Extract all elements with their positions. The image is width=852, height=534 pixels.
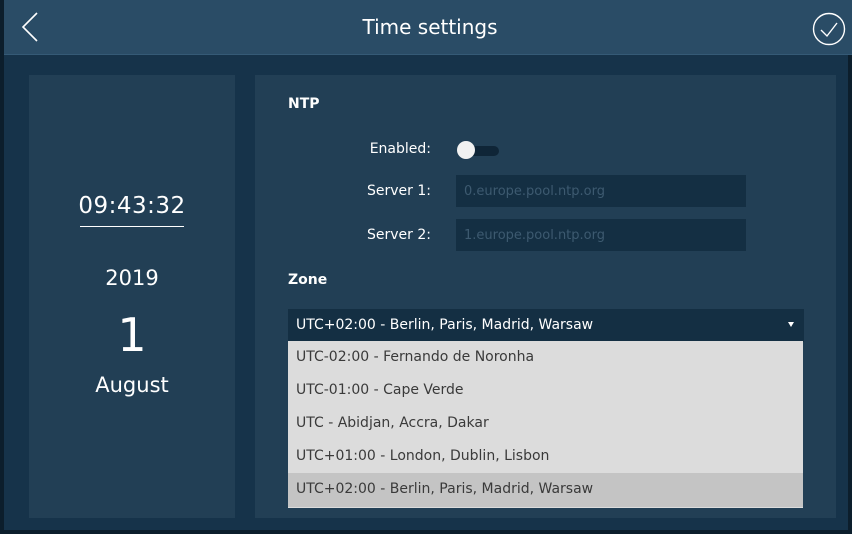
ntp-enabled-toggle[interactable]: [457, 141, 501, 159]
server2-input[interactable]: [456, 219, 746, 251]
server1-label: Server 1:: [367, 183, 431, 199]
caret-down-icon: [788, 322, 794, 327]
zone-option-selected[interactable]: UTC+02:00 - Berlin, Paris, Madrid, Warsa…: [288, 473, 803, 507]
date-day[interactable]: 1: [29, 307, 235, 363]
ntp-enabled-label: Enabled:: [369, 141, 431, 157]
zone-option[interactable]: UTC-01:00 - Cape Verde: [288, 374, 803, 407]
clock-time[interactable]: 09:43:32: [29, 193, 235, 219]
date-year[interactable]: 2019: [29, 266, 235, 290]
zone-option[interactable]: UTC+01:00 - London, Dublin, Lisbon: [288, 440, 803, 473]
page-title: Time settings: [362, 15, 498, 39]
zone-select[interactable]: UTC+02:00 - Berlin, Paris, Madrid, Warsa…: [288, 309, 804, 342]
clock-underline: [80, 226, 184, 227]
zone-option[interactable]: UTC - Abidjan, Accra, Dakar: [288, 407, 803, 440]
zone-section-title: Zone: [288, 272, 328, 288]
date-time-panel: 09:43:32 2019 1 August: [29, 75, 235, 518]
zone-selected-value: UTC+02:00 - Berlin, Paris, Madrid, Warsa…: [296, 317, 594, 333]
date-month[interactable]: August: [29, 373, 235, 397]
server2-label: Server 2:: [367, 227, 431, 243]
ntp-section-title: NTP: [288, 96, 320, 112]
zone-option[interactable]: UTC-02:00 - Fernando de Noronha: [288, 341, 803, 374]
server1-input[interactable]: [456, 175, 746, 207]
app-frame: Time settings 09:43:32 2019 1 August NTP…: [0, 0, 852, 534]
toggle-knob: [457, 141, 475, 159]
check-circle-icon: [812, 12, 846, 46]
confirm-button[interactable]: [812, 12, 846, 46]
zone-dropdown-list: UTC-02:00 - Fernando de Noronha UTC-01:0…: [288, 341, 803, 508]
top-bar: Time settings: [4, 0, 852, 55]
